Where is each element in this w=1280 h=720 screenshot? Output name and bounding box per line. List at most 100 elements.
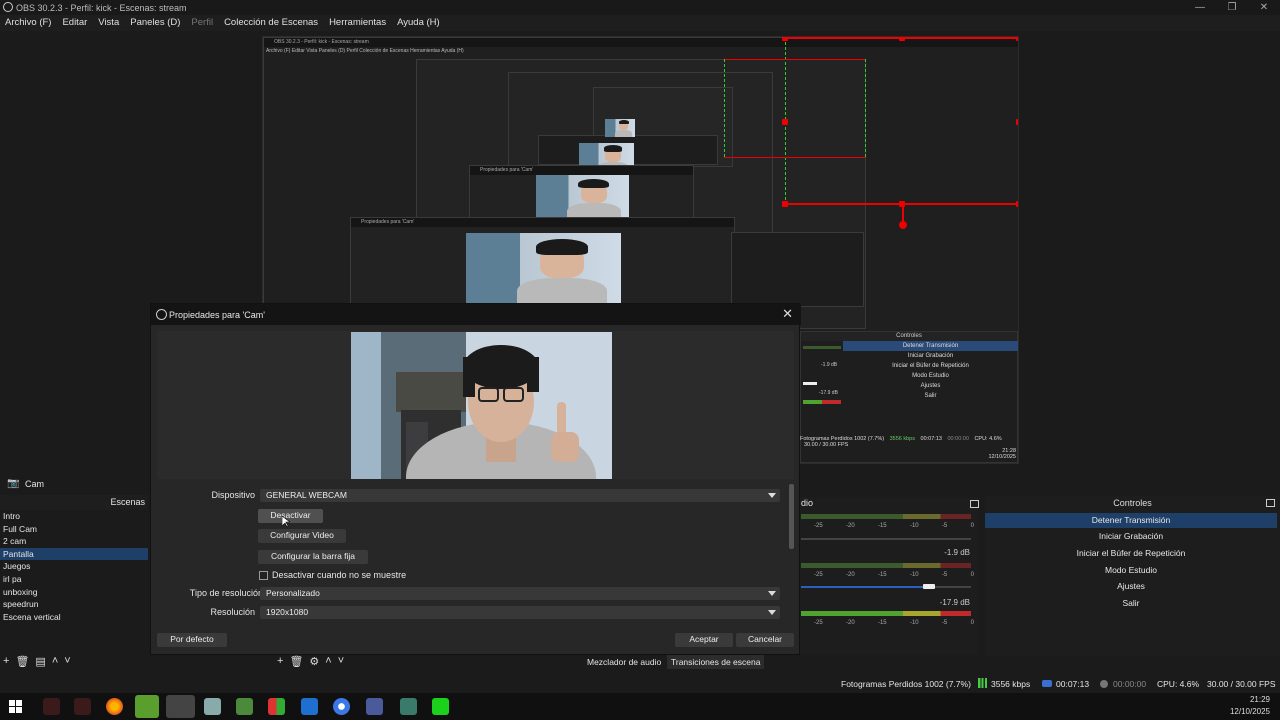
- app-icon-7[interactable]: [236, 698, 253, 715]
- start-replay-buffer-button[interactable]: Iniciar el Búfer de Repetición: [985, 546, 1277, 561]
- menu-view[interactable]: Vista: [98, 15, 119, 31]
- move-up-icon[interactable]: ˄: [325, 655, 331, 669]
- scene-item-selected[interactable]: Pantalla: [0, 547, 148, 561]
- firefox-icon[interactable]: [106, 698, 123, 715]
- resize-handle-tr[interactable]: [1016, 37, 1018, 41]
- exit-button[interactable]: Salir: [985, 596, 1277, 611]
- deactivate-when-hidden-checkbox[interactable]: [259, 571, 268, 580]
- scene-item[interactable]: speedrun: [0, 598, 148, 611]
- obs-taskbar-icon[interactable]: [166, 695, 195, 718]
- audio-mixer: dio -25 -20 -15 -10 -5 0 -1.9 dB -25 -20 -15 -10…: [800, 497, 979, 655]
- move-down-icon[interactable]: ˅: [64, 655, 70, 669]
- deactivate-button[interactable]: Desactivar: [258, 509, 323, 523]
- chrome-icon[interactable]: [333, 698, 350, 715]
- move-down-icon[interactable]: ˅: [338, 655, 344, 669]
- resize-handle-l[interactable]: [782, 119, 788, 125]
- resolution-label: Resolución: [210, 607, 255, 617]
- resize-handle-bl[interactable]: [782, 201, 788, 207]
- dialog-preview: [157, 331, 794, 479]
- filters-icon[interactable]: ▤: [35, 655, 45, 669]
- properties-dialog: Propiedades para 'Cam' ✕ Dispositivo GEN…: [150, 303, 801, 655]
- move-up-icon[interactable]: ˄: [52, 655, 58, 669]
- scene-item[interactable]: unboxing: [0, 586, 148, 599]
- resize-handle-b[interactable]: [899, 201, 905, 207]
- menu-edit[interactable]: Editar: [62, 15, 87, 31]
- scene-item[interactable]: Juegos: [0, 560, 148, 573]
- app-icon-2[interactable]: [74, 698, 91, 715]
- properties-scrollbar[interactable]: [789, 484, 794, 549]
- scene-item[interactable]: Intro: [0, 510, 148, 523]
- app-icon-12[interactable]: [400, 698, 417, 715]
- menu-file[interactable]: Archivo (F): [5, 15, 51, 31]
- scenes-toolbar: + 🗑 ▤ ˄ ˅: [3, 655, 71, 669]
- undock-icon[interactable]: [970, 500, 979, 508]
- app-icon-6[interactable]: [204, 698, 221, 715]
- defaults-button[interactable]: Por defecto: [157, 633, 227, 647]
- rotate-handle[interactable]: [899, 221, 907, 229]
- nested-rec: 00:00:00: [947, 436, 969, 442]
- resize-handle-t[interactable]: [899, 37, 905, 41]
- close-window-icon[interactable]: ✕: [1248, 0, 1280, 15]
- studio-mode-button[interactable]: Modo Estudio: [985, 563, 1277, 578]
- menu-docks[interactable]: Paneles (D): [130, 15, 180, 31]
- record-icon: [1100, 680, 1108, 688]
- menu-scene-collection[interactable]: Colección de Escenas: [224, 15, 318, 31]
- add-icon[interactable]: +: [3, 655, 9, 669]
- gear-icon[interactable]: ⚙: [309, 655, 319, 669]
- nested-db-1: -1.9 dB: [821, 362, 838, 368]
- stop-streaming-button[interactable]: Detener Transmisión: [985, 513, 1277, 528]
- dropped-frames: Fotogramas Perdidos 1002 (7.7%): [841, 679, 971, 689]
- scene-item[interactable]: irl pa: [0, 573, 148, 586]
- scene-item[interactable]: 2 cam: [0, 535, 148, 548]
- undock-icon[interactable]: [1266, 499, 1275, 507]
- app-icon-11[interactable]: [366, 698, 383, 715]
- nested-ctrl-5: Salir: [924, 393, 937, 399]
- vscode-icon[interactable]: [301, 698, 318, 715]
- scene-item[interactable]: Full Cam: [0, 523, 148, 536]
- scenes-list: Intro Full Cam 2 cam Pantalla Juegos irl…: [0, 510, 148, 623]
- menu-profile[interactable]: Perfil: [191, 15, 213, 31]
- device-dropdown[interactable]: GENERAL WEBCAM: [260, 489, 780, 502]
- nested-ctrl-2: Iniciar el Búfer de Repetición: [892, 363, 969, 369]
- app-icon-1[interactable]: [43, 698, 60, 715]
- configure-video-button[interactable]: Configurar Video: [258, 529, 346, 543]
- resize-handle-r[interactable]: [1016, 119, 1018, 125]
- start-recording-button[interactable]: Iniciar Grabación: [985, 529, 1277, 544]
- nested-cam-thumb-4: [466, 233, 621, 305]
- menu-help[interactable]: Ayuda (H): [397, 15, 440, 31]
- configure-crossbar-button[interactable]: Configurar la barra fija: [258, 550, 368, 564]
- accept-button[interactable]: Aceptar: [675, 633, 733, 647]
- trash-icon[interactable]: 🗑: [289, 655, 303, 669]
- taskbar-clock[interactable]: 21:29 12/10/2025: [1230, 694, 1270, 718]
- tab-audio-mixer[interactable]: Mezclador de audio: [583, 655, 665, 669]
- source-item-cam[interactable]: 📷 Cam: [0, 475, 148, 492]
- windows-start-icon[interactable]: [9, 700, 22, 713]
- menu-tools[interactable]: Herramientas: [329, 15, 386, 31]
- file-explorer-icon[interactable]: [135, 695, 159, 718]
- resize-handle-tl[interactable]: [782, 37, 788, 41]
- stream-time: 00:07:13: [1056, 679, 1090, 689]
- slider-knob[interactable]: [922, 584, 935, 589]
- minimize-icon[interactable]: —: [1184, 0, 1216, 15]
- add-icon[interactable]: +: [277, 655, 283, 669]
- volume-slider-1[interactable]: [801, 538, 971, 540]
- sources-toolbar: + 🗑 ⚙ ˄ ˅: [277, 655, 344, 669]
- nested-cam-thumb-3: [536, 175, 629, 220]
- cancel-button[interactable]: Cancelar: [736, 633, 794, 647]
- app-icon-8[interactable]: [268, 698, 285, 715]
- dialog-close-icon[interactable]: ✕: [782, 306, 793, 322]
- resize-handle-br[interactable]: [1016, 201, 1018, 207]
- resolution-dropdown[interactable]: 1920x1080: [260, 606, 780, 619]
- tab-scene-transitions[interactable]: Transiciones de escena: [667, 655, 765, 669]
- nested-status-bar: Fotogramas Perdidos 1002 (7.7%) 3556 kbp…: [800, 436, 1018, 460]
- volume-slider-2[interactable]: [801, 584, 971, 589]
- nested-db-2: -17.9 dB: [819, 390, 838, 396]
- chevron-down-icon: [768, 610, 776, 615]
- trash-icon[interactable]: 🗑: [15, 655, 29, 669]
- res-type-dropdown[interactable]: Personalizado: [260, 587, 780, 600]
- scene-item[interactable]: Escena vertical: [0, 611, 148, 624]
- settings-button[interactable]: Ajustes: [985, 579, 1277, 594]
- kick-icon[interactable]: [432, 698, 449, 715]
- restore-icon[interactable]: ❐: [1216, 0, 1248, 15]
- inner-guide-right: [865, 59, 866, 157]
